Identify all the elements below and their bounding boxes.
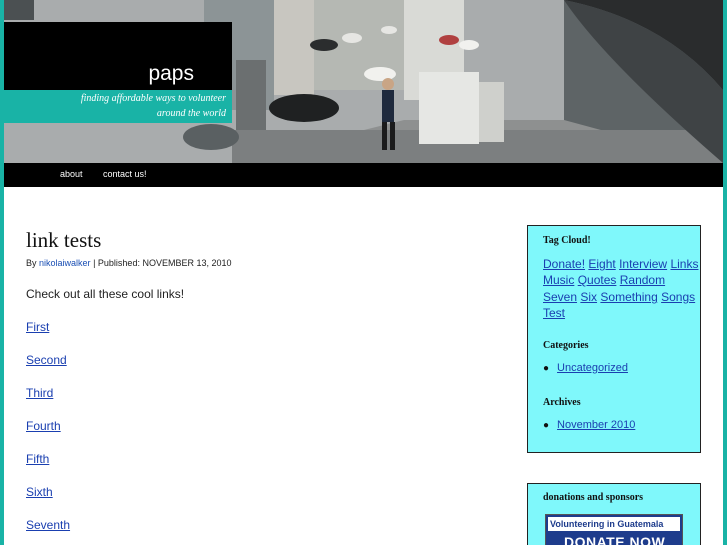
categories-title: Categories	[543, 340, 589, 351]
tag-seven[interactable]: Seven	[543, 290, 577, 304]
tag-something[interactable]: Something	[600, 290, 657, 304]
donate-banner[interactable]: Volunteering in Guatemala DONATE NOW	[545, 514, 683, 545]
tag-donate[interactable]: Donate!	[543, 257, 585, 271]
tag-quotes[interactable]: Quotes	[578, 273, 617, 287]
site-title-box: paps	[4, 22, 232, 90]
tag-cloud-row-3: Seven Six Something Songs	[543, 290, 695, 304]
donations-title: donations and sponsors	[543, 492, 644, 503]
tag-test[interactable]: Test	[543, 306, 565, 320]
tag-six[interactable]: Six	[580, 290, 597, 304]
archive-november-2010[interactable]: November 2010	[557, 419, 635, 431]
sidebar-widget-donations: donations and sponsors Volunteering in G…	[527, 483, 701, 545]
donate-banner-header: Volunteering in Guatemala	[548, 517, 680, 531]
tag-eight[interactable]: Eight	[588, 257, 615, 271]
tag-links[interactable]: Links	[670, 257, 698, 271]
tag-cloud-row-2: Music Quotes Random	[543, 273, 665, 287]
post-meta: By nikolaiwalker | Published: NOVEMBER 1…	[26, 258, 232, 268]
tag-random[interactable]: Random	[620, 273, 665, 287]
header-banner: paps finding affordable ways to voluntee…	[4, 0, 723, 163]
nav-bar: about contact us!	[4, 163, 723, 187]
tag-cloud-title: Tag Cloud!	[543, 235, 591, 246]
sidebar-widget-main: Tag Cloud! Donate! Eight Interview Links…	[527, 225, 701, 453]
post-intro: Check out all these cool links!	[26, 287, 185, 301]
site-title[interactable]: paps	[148, 62, 194, 86]
tagline-box: finding affordable ways to volunteer aro…	[4, 90, 232, 123]
link-fifth[interactable]: Fifth	[26, 452, 49, 466]
post-title[interactable]: link tests	[26, 228, 101, 253]
tag-interview[interactable]: Interview	[619, 257, 667, 271]
link-third[interactable]: Third	[26, 386, 53, 400]
tagline-line-1: finding affordable ways to volunteer	[80, 93, 226, 104]
tag-songs[interactable]: Songs	[661, 290, 695, 304]
link-second[interactable]: Second	[26, 353, 67, 367]
bullet-icon: ●	[543, 363, 550, 374]
tag-music[interactable]: Music	[543, 273, 574, 287]
bullet-icon: ●	[543, 420, 550, 431]
link-first[interactable]: First	[26, 320, 49, 334]
tag-cloud-row-1: Donate! Eight Interview Links	[543, 257, 698, 271]
published-date: | Published: NOVEMBER 13, 2010	[93, 258, 232, 268]
author-link[interactable]: nikolaiwalker	[39, 258, 91, 268]
archive-item: ● November 2010	[543, 419, 635, 431]
link-sixth[interactable]: Sixth	[26, 485, 53, 499]
donate-now-button[interactable]: DONATE NOW	[564, 534, 665, 545]
tagline-line-2: around the world	[156, 108, 226, 119]
category-item: ● Uncategorized	[543, 362, 628, 374]
tag-cloud-row-4: Test	[543, 306, 565, 320]
archives-title: Archives	[543, 397, 581, 408]
link-fourth[interactable]: Fourth	[26, 419, 61, 433]
page: paps finding affordable ways to voluntee…	[4, 0, 723, 545]
category-uncategorized[interactable]: Uncategorized	[557, 362, 628, 374]
by-label: By	[26, 258, 37, 268]
link-seventh[interactable]: Seventh	[26, 518, 70, 532]
nav-about[interactable]: about	[60, 169, 83, 179]
nav-contact[interactable]: contact us!	[103, 169, 147, 179]
